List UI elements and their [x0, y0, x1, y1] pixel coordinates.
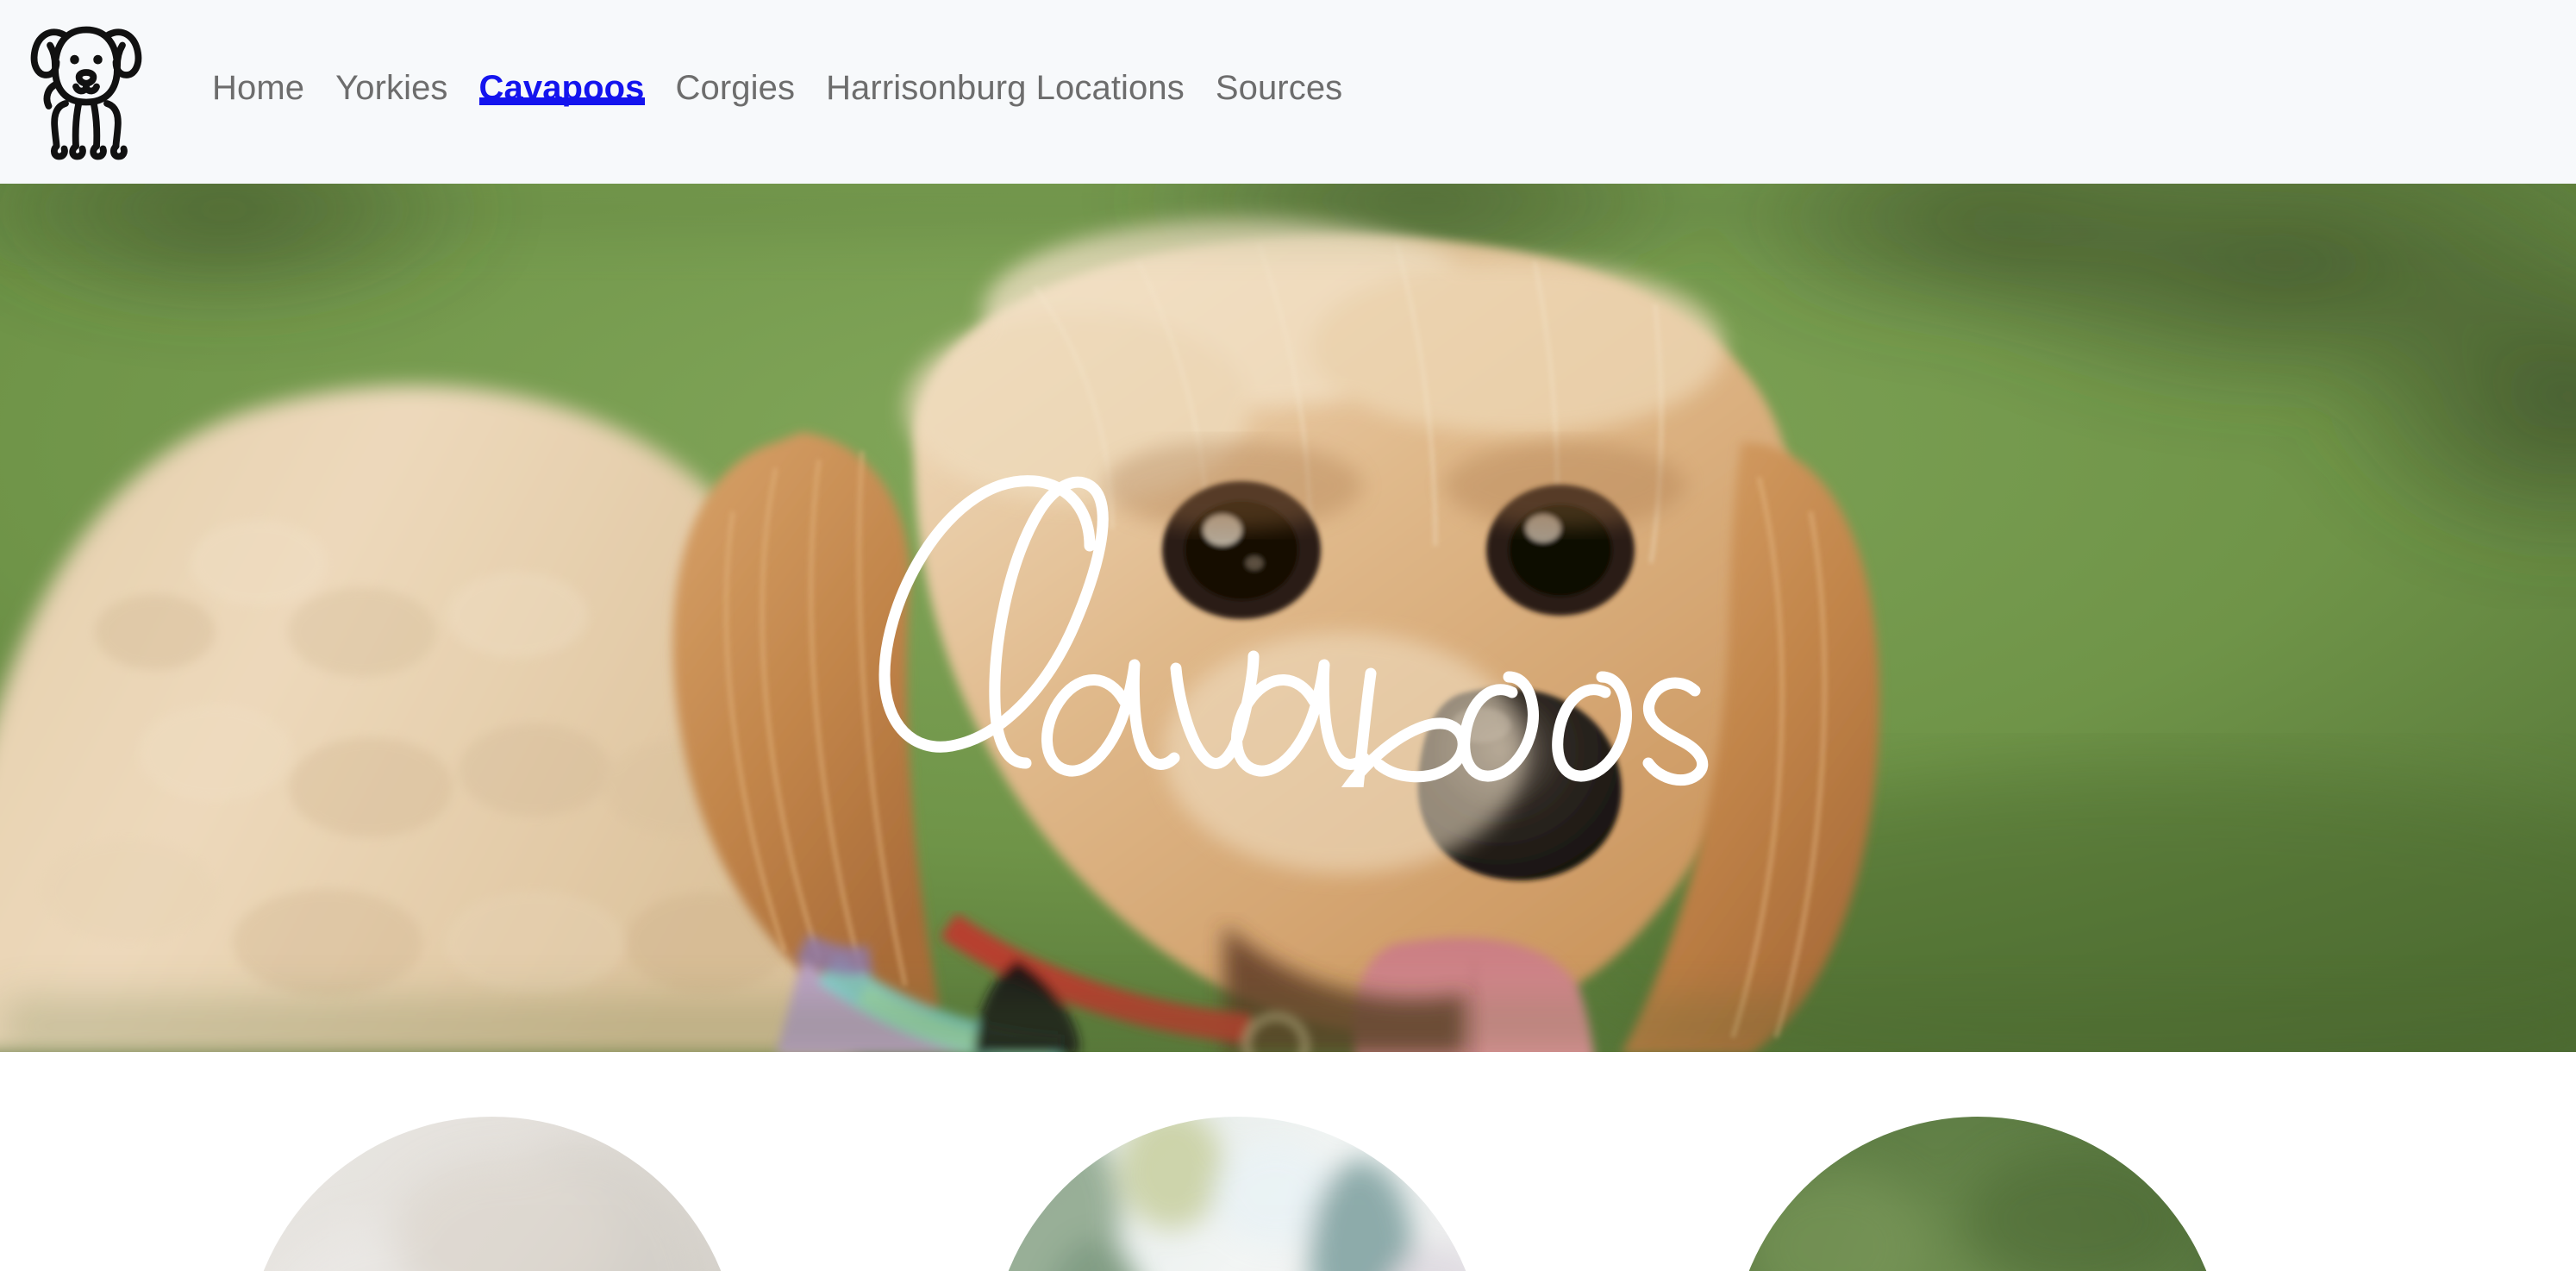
main-navigation: Home Yorkies Cavapoos Corgies Harrisonbu… — [197, 40, 1358, 150]
nav-label: Sources — [1215, 68, 1343, 107]
active-nav-underline — [478, 97, 645, 105]
nav-item-yorkies[interactable]: Yorkies — [320, 40, 463, 150]
card-image-1[interactable] — [246, 1117, 739, 1271]
nav-label: Corgies — [675, 68, 796, 107]
site-header: Home Yorkies Cavapoos Corgies Harrisonbu… — [0, 0, 2576, 184]
site-logo-link[interactable] — [0, 0, 172, 184]
nav-item-cavapoos[interactable]: Cavapoos — [464, 40, 660, 150]
dog-logo-icon — [22, 16, 151, 167]
nav-item-corgies[interactable]: Corgies — [660, 40, 811, 150]
nav-label: Yorkies — [335, 68, 448, 107]
nav-item-sources[interactable]: Sources — [1200, 40, 1358, 150]
cards-strip — [0, 1052, 2576, 1271]
nav-item-harrisonburg-locations[interactable]: Harrisonburg Locations — [810, 40, 1200, 150]
nav-label: Home — [212, 68, 305, 107]
card-image-3[interactable] — [1731, 1117, 2224, 1271]
card-image-2[interactable] — [991, 1117, 1484, 1271]
hero-section — [0, 184, 2576, 1052]
nav-item-home[interactable]: Home — [197, 40, 320, 150]
hero-image — [0, 184, 2576, 1052]
nav-label: Harrisonburg Locations — [826, 68, 1185, 107]
